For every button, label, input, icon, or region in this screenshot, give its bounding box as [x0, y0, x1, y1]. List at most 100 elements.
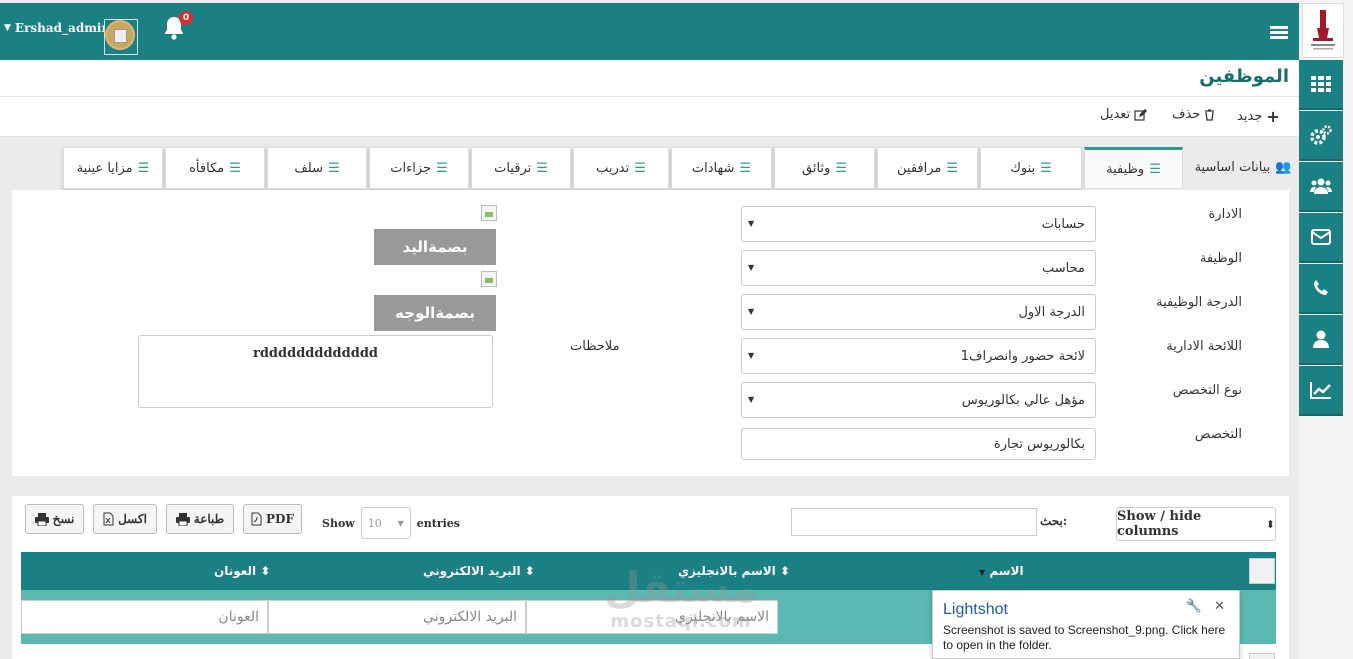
edit-button[interactable]: تعديل: [1100, 107, 1148, 122]
sidebar-profile-button[interactable]: [1299, 315, 1343, 365]
list-icon: ☰: [137, 160, 150, 176]
tab-label: سلف: [294, 160, 323, 176]
job-select[interactable]: محاسب ▼: [741, 250, 1096, 286]
new-button[interactable]: + جديد: [1237, 107, 1280, 126]
sidebar-reports-button[interactable]: [1299, 366, 1343, 416]
avatar[interactable]: [104, 19, 138, 55]
regulation-label: اللائحة الادارية: [1166, 339, 1242, 354]
job-label: الوظيفة: [1199, 251, 1242, 266]
page-length-control: Show 10 ▼ entries: [322, 507, 460, 539]
page-size-select[interactable]: 10 ▼: [360, 507, 411, 539]
column-header-name[interactable]: الاسم ▼: [979, 564, 1024, 578]
caret-down-icon: ▼: [4, 23, 11, 33]
tab-rewards[interactable]: ☰ مكافأه: [165, 147, 265, 189]
tab-penalties[interactable]: ☰ جزاءات: [369, 147, 469, 189]
toast-message[interactable]: Screenshot is saved to Screenshot_9.png.…: [943, 623, 1229, 653]
list-icon: ☰: [739, 160, 752, 176]
settings-icon[interactable]: 🔧: [1186, 599, 1202, 614]
copy-button[interactable]: نسخ: [25, 504, 84, 534]
tab-documents[interactable]: ☰ وثائق: [774, 147, 875, 189]
notes-label: ملاحظات: [570, 339, 620, 354]
chart-line-icon: [1310, 382, 1331, 399]
show-hide-columns-button[interactable]: Show / hide columns ⬍: [1116, 507, 1276, 541]
list-icon: ☰: [1040, 160, 1052, 176]
dropdown-arrow-icon: ▼: [748, 263, 755, 272]
list-icon: ☰: [536, 160, 548, 176]
sidebar-users-button[interactable]: [1299, 162, 1343, 212]
search-input[interactable]: [791, 508, 1037, 536]
sort-icon: ⬍: [520, 564, 535, 578]
tab-dependents[interactable]: ☰ مرافقين: [877, 147, 978, 189]
excel-label: اكسل: [118, 512, 147, 526]
sidebar-apps-button[interactable]: [1299, 60, 1343, 110]
grid-icon: [1311, 76, 1331, 92]
tab-advances[interactable]: ☰ سلف: [267, 147, 367, 189]
column-label: العونان: [214, 564, 257, 578]
select-all-checkbox[interactable]: [1249, 558, 1275, 584]
dropdown-arrow-icon: ▼: [748, 351, 755, 360]
user-menu[interactable]: ▼ Ershad_admin: [4, 21, 110, 35]
tab-basic-info[interactable]: 👥 بيانات اساسية: [1187, 150, 1299, 184]
menu-toggle-icon[interactable]: [1270, 26, 1288, 40]
tab-promotions[interactable]: ☰ ترقيات: [471, 147, 571, 189]
watermark-latin: mostaql.com: [610, 611, 752, 632]
filter-placeholder: البريد الالكتروني: [423, 609, 517, 625]
department-value: حسابات: [1041, 216, 1085, 232]
handprint-image: [481, 205, 497, 221]
printer-icon: [175, 512, 190, 526]
address-filter-input[interactable]: العونان: [21, 600, 268, 634]
toast-controls: 🔧 ✕: [1186, 599, 1225, 614]
sidebar-phone-button[interactable]: [1299, 264, 1343, 314]
show-label: Show: [322, 516, 355, 530]
close-icon[interactable]: ✕: [1214, 599, 1225, 614]
grade-select[interactable]: الدرجة الاول ▼: [741, 294, 1096, 330]
dropdown-arrow-icon: ▼: [748, 307, 755, 316]
row-checkbox[interactable]: [1249, 653, 1275, 659]
faceprint-button[interactable]: بصمةالوجه: [374, 295, 496, 331]
grade-value: الدرجة الاول: [1018, 304, 1085, 320]
tab-label: وظيفية: [1106, 161, 1145, 177]
specialization-label: التخصص: [1194, 427, 1242, 442]
delete-button[interactable]: حذف: [1172, 107, 1215, 122]
page-size-value: 10: [367, 516, 382, 530]
sidebar-settings-button[interactable]: [1299, 111, 1343, 161]
tab-label: مكافأه: [189, 160, 225, 176]
column-header-address[interactable]: ⬍ العونان: [214, 564, 270, 578]
edit-label: تعديل: [1100, 107, 1131, 122]
column-header-email[interactable]: ⬍ البريد الالكتروني: [423, 564, 535, 578]
tab-banks[interactable]: ☰ بنوك: [980, 147, 1082, 189]
job-form-panel: [12, 190, 1289, 476]
sort-icon: ⬍: [1265, 517, 1275, 531]
tab-job[interactable]: ☰ وظيفية: [1084, 147, 1183, 189]
print-button[interactable]: طباعة: [166, 504, 234, 534]
user-icon: [1313, 330, 1329, 348]
notification-badge: 0: [179, 11, 193, 25]
users-icon: 👥: [1275, 159, 1292, 175]
specialization-type-select[interactable]: مؤهل عالي بكالوريوس ▼: [741, 382, 1096, 418]
gears-icon: [1310, 125, 1332, 145]
top-navbar: ▼ Ershad_admin 0: [0, 3, 1299, 60]
tab-in-kind-benefits[interactable]: ☰ مزايا عينية: [63, 147, 163, 189]
excel-button[interactable]: اكسل: [93, 504, 157, 534]
watermark: مستقل mostaql.com: [596, 563, 766, 633]
regulation-select[interactable]: لائحة حضور وانصراف1 ▼: [741, 338, 1096, 374]
sort-icon: ⬍: [256, 564, 271, 578]
watermark-arabic: مستقل: [604, 563, 758, 612]
tab-label: تدريب: [596, 160, 630, 176]
email-filter-input[interactable]: البريد الالكتروني: [268, 600, 526, 634]
pdf-button[interactable]: PDF: [243, 504, 302, 534]
department-select[interactable]: حسابات ▼: [741, 206, 1096, 242]
specialization-value: بكالوريوس تجارة: [993, 436, 1085, 452]
notes-textarea[interactable]: rddddddddddddd: [138, 335, 493, 408]
dropdown-arrow-icon: ▼: [748, 219, 755, 228]
tab-label: مرافقين: [897, 160, 942, 176]
delete-label: حذف: [1172, 107, 1201, 122]
lightshot-notification[interactable]: Lightshot Screenshot is saved to Screens…: [932, 590, 1240, 659]
handprint-button[interactable]: بصمةاليد: [374, 229, 496, 265]
faceprint-image: [481, 271, 497, 287]
tab-training[interactable]: ☰ تدريب: [573, 147, 669, 189]
specialization-input[interactable]: بكالوريوس تجارة: [741, 428, 1096, 460]
department-label: الادارة: [1208, 207, 1242, 222]
tab-certificates[interactable]: ☰ شهادات: [671, 147, 772, 189]
sidebar-mail-button[interactable]: [1299, 213, 1343, 263]
